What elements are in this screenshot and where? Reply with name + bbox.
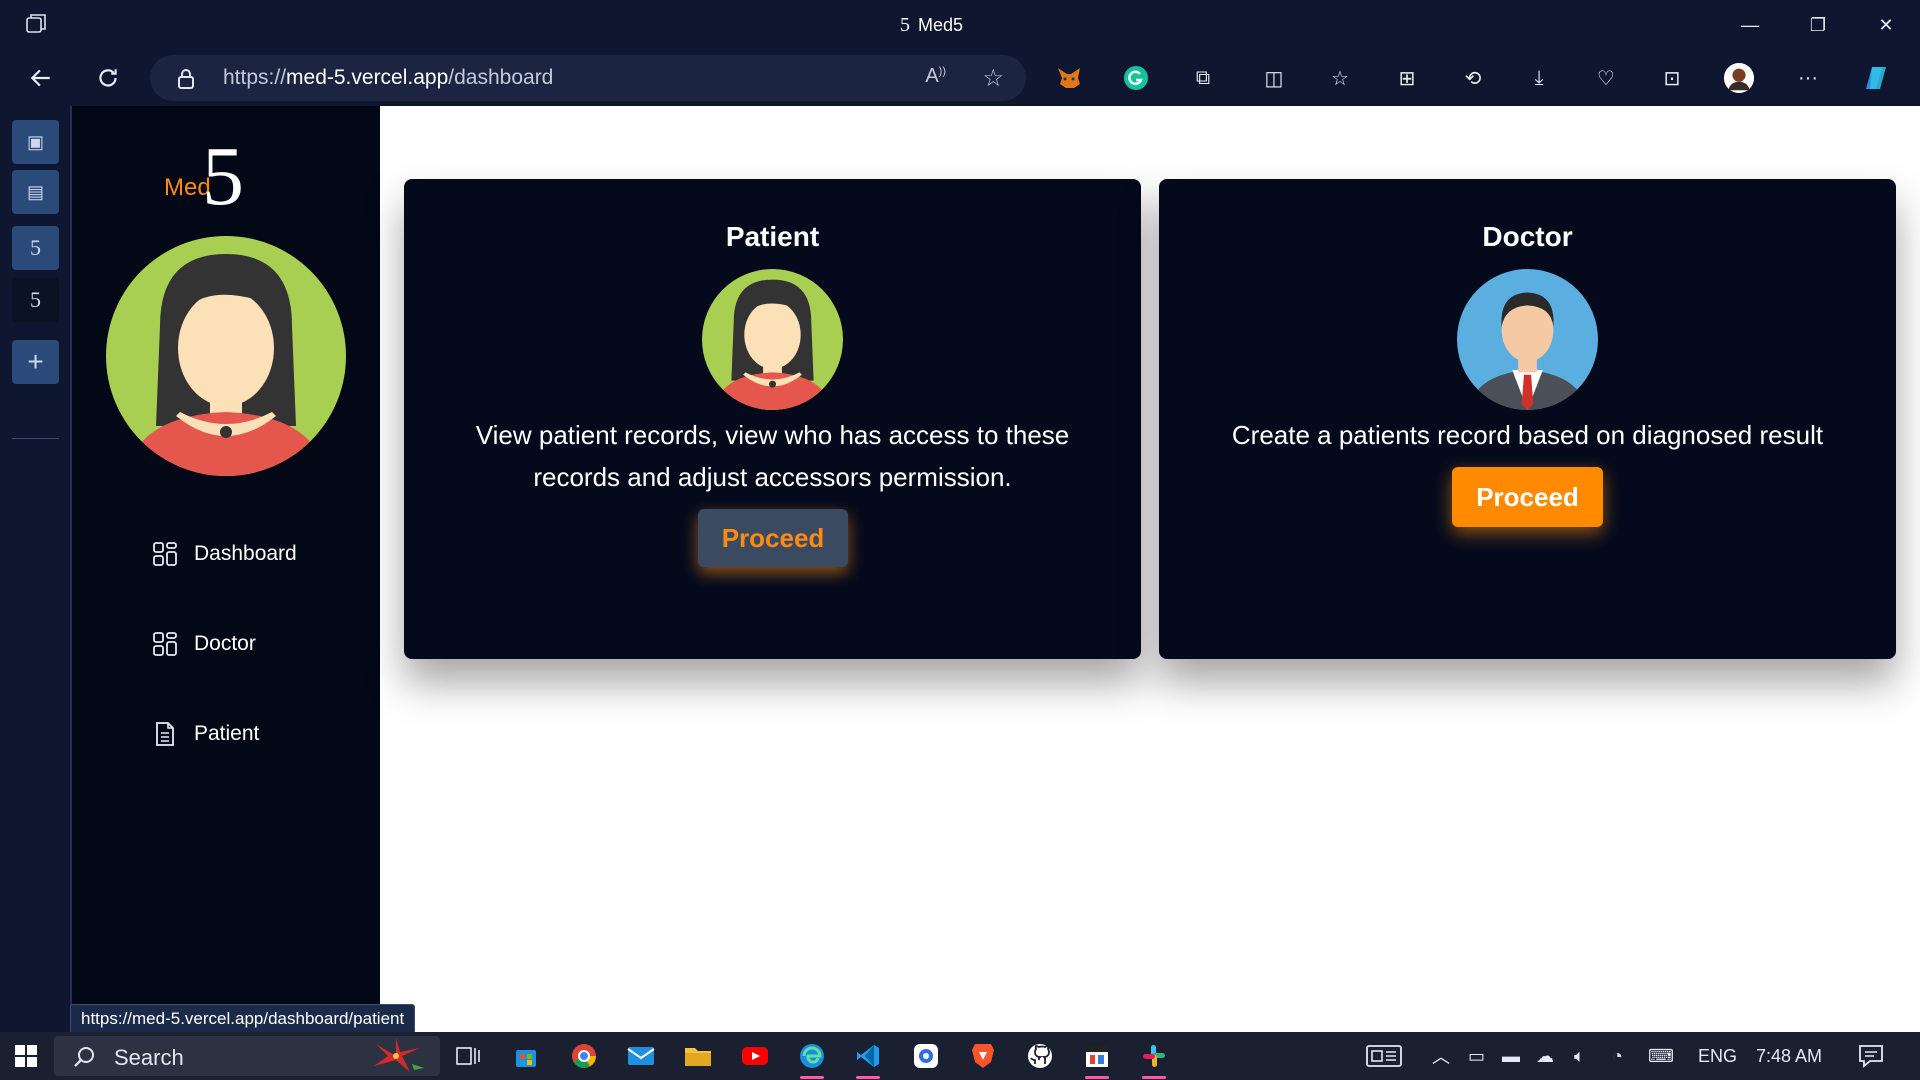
metamask-icon[interactable] [1053, 62, 1085, 94]
brave-icon[interactable] [967, 1040, 999, 1072]
patient-proceed-button[interactable]: Proceed [698, 509, 848, 567]
doctor-proceed-button[interactable]: Proceed [1452, 467, 1603, 527]
meet-now-icon[interactable]: ▭ [1468, 1032, 1485, 1080]
calendar-active-indicator [1085, 1076, 1109, 1079]
browser-title-bar: 5 Med5 — ❐ ✕ [0, 0, 1920, 50]
patient-card-description: View patient records, view who has acces… [475, 420, 1070, 492]
copilot-icon[interactable] [1860, 62, 1892, 94]
browser-toolbar: https://med-5.vercel.app/dashboard A)) ☆… [0, 50, 1920, 106]
chevron-up-icon[interactable]: ︿ [1432, 1032, 1450, 1080]
nav-patient[interactable]: Patient [152, 718, 259, 750]
task-view-icon[interactable] [452, 1040, 484, 1072]
history-icon[interactable]: ⟲ [1457, 62, 1489, 94]
workspaces-icon[interactable] [24, 12, 48, 36]
tab-actions-icon[interactable]: ▣ [12, 120, 59, 164]
doctor-card: Doctor Create a patients record based on… [1159, 179, 1896, 659]
chrome-icon[interactable] [568, 1040, 600, 1072]
notifications-icon[interactable] [1858, 1032, 1884, 1080]
main-content: Patient View patient records, view who h… [382, 106, 1920, 1032]
poinsettia-icon [374, 1038, 424, 1072]
vscode-icon[interactable] [852, 1040, 884, 1072]
slack-icon[interactable] [1138, 1040, 1170, 1072]
patient-card: Patient View patient records, view who h… [404, 179, 1141, 659]
vscode-active-indicator [856, 1076, 880, 1079]
nav-doctor[interactable]: Doctor [152, 628, 256, 660]
extensions-puzzle-icon[interactable]: ⧉ [1187, 62, 1219, 94]
lock-icon[interactable] [176, 67, 196, 91]
url-text[interactable]: https://med-5.vercel.app/dashboard [223, 66, 553, 90]
tab-calendar-icon[interactable]: ▤ [12, 170, 59, 214]
signal-app-icon[interactable] [910, 1040, 942, 1072]
grammarly-icon[interactable] [1120, 62, 1152, 94]
file-explorer-icon[interactable] [682, 1040, 714, 1072]
youtube-icon[interactable] [739, 1040, 771, 1072]
new-tab-plus-icon[interactable]: + [12, 340, 59, 384]
split-screen-icon[interactable]: ◫ [1258, 62, 1290, 94]
med5-logo[interactable]: Med 5 [164, 130, 274, 224]
grid-icon [153, 542, 177, 566]
restore-icon[interactable]: ❐ [1784, 0, 1852, 50]
apps-icon[interactable]: ⊡ [1656, 62, 1688, 94]
read-aloud-icon[interactable]: A)) [925, 65, 946, 88]
document-icon [156, 722, 174, 746]
female-user-avatar [106, 236, 346, 476]
refresh-icon[interactable] [92, 62, 124, 94]
edge-active-indicator [800, 1076, 824, 1079]
logo-number: 5 [202, 130, 244, 223]
github-icon[interactable] [1024, 1040, 1056, 1072]
nav-dashboard-label: Dashboard [194, 542, 297, 565]
favorite-star-icon[interactable]: ☆ [982, 64, 1004, 93]
edge-icon[interactable] [796, 1040, 828, 1072]
collections-icon[interactable]: ⊞ [1391, 62, 1423, 94]
url-host: med-5.vercel.app [286, 66, 449, 89]
nav-dashboard[interactable]: Dashboard [152, 538, 297, 570]
search-icon [74, 1047, 94, 1067]
onedrive-icon[interactable]: ☁ [1536, 1032, 1554, 1080]
mail-icon[interactable] [625, 1040, 657, 1072]
close-icon[interactable]: ✕ [1852, 0, 1920, 50]
slack-active-indicator [1142, 1076, 1166, 1079]
keyboard-icon[interactable]: ⌨ [1648, 1032, 1674, 1080]
male-doctor-avatar [1457, 269, 1598, 410]
active-tab-title: 5 Med5 [900, 12, 963, 38]
address-bar[interactable]: https://med-5.vercel.app/dashboard A)) ☆ [150, 55, 1026, 101]
taskbar-search-box[interactable]: Search [54, 1036, 440, 1076]
doctor-card-title: Doctor [1482, 221, 1573, 252]
favorites-list-icon[interactable]: ☆ [1324, 62, 1356, 94]
female-patient-avatar [702, 269, 843, 410]
grid-icon [153, 632, 177, 656]
news-widget-icon[interactable] [1366, 1032, 1402, 1080]
vertical-tabs-divider [12, 438, 59, 439]
back-arrow-icon[interactable] [25, 62, 57, 94]
minimize-icon[interactable]: — [1716, 0, 1784, 50]
nav-doctor-label: Doctor [194, 632, 256, 655]
windows-start-icon[interactable] [14, 1044, 38, 1068]
url-path: /dashboard [448, 66, 554, 89]
calendar-app-icon[interactable] [1081, 1040, 1113, 1072]
window-controls: — ❐ ✕ [1716, 0, 1920, 50]
browser-essentials-icon[interactable]: ♡ [1590, 62, 1622, 94]
url-scheme: https:// [223, 66, 287, 89]
more-options-icon[interactable]: ··· [1792, 62, 1824, 94]
tab-med5-2[interactable]: 5 [12, 278, 59, 322]
microsoft-store-icon[interactable] [510, 1040, 542, 1072]
windows-taskbar: Search ︿ ▭ ▬ ☁ 🔈︎ ◔ ⌨ ENG 7:48 AM [0, 1032, 1920, 1080]
volume-icon[interactable]: 🔈︎ [1574, 1032, 1585, 1080]
language-indicator[interactable]: ENG [1698, 1032, 1737, 1080]
med5-favicon-icon: 5 [900, 13, 910, 36]
profile-avatar-icon[interactable] [1723, 62, 1755, 94]
tab-med5-1[interactable]: 5 [12, 226, 59, 270]
vertical-tabs-panel: ▣ ▤ 5 5 + [0, 106, 72, 1032]
doctor-card-description: Create a patients record based on diagno… [1231, 420, 1824, 450]
search-label: Search [114, 1045, 184, 1070]
battery-icon[interactable]: ▬ [1502, 1032, 1520, 1080]
patient-card-title: Patient [725, 221, 820, 252]
clock-time[interactable]: 7:48 AM [1756, 1032, 1822, 1080]
app-sidebar: Med 5 Dashboard Doctor Patient [72, 106, 380, 1032]
wifi-icon[interactable]: ◔ [1612, 1032, 1623, 1080]
tab-title-text: Med5 [918, 14, 964, 35]
link-preview-status: https://med-5.vercel.app/dashboard/patie… [70, 1004, 416, 1034]
downloads-icon[interactable]: ⤓ [1523, 62, 1555, 94]
nav-patient-label: Patient [194, 722, 260, 745]
